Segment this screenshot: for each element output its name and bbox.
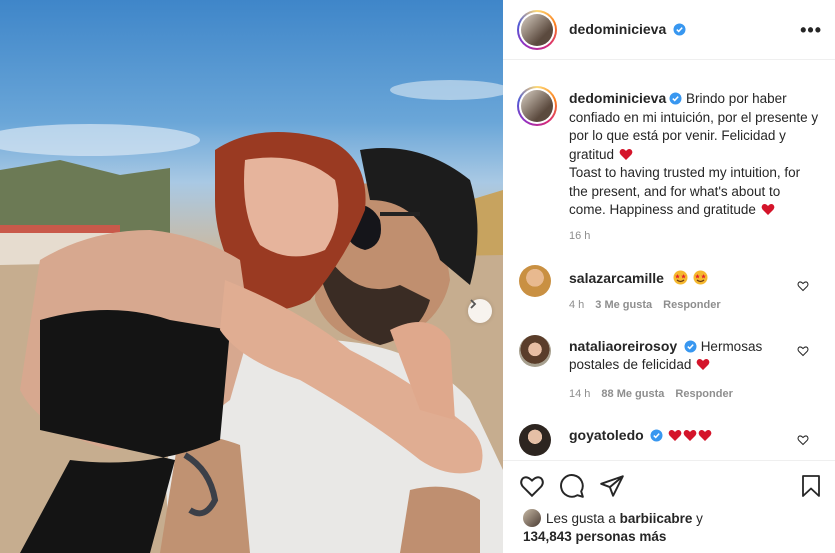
post-time[interactable]: 16 h: [569, 230, 590, 242]
comment-likes[interactable]: 3 Me gusta: [595, 299, 652, 311]
post-caption: dedominicieva Brindo por haber confiado …: [569, 89, 819, 220]
author-username[interactable]: dedominicieva: [569, 21, 686, 37]
red-heart-emoji-icon: [761, 204, 775, 215]
verified-icon: [669, 92, 682, 105]
comment-time[interactable]: 4 h: [569, 299, 584, 311]
bookmark-icon[interactable]: [799, 473, 823, 499]
commenter-username[interactable]: salazarcamille: [569, 270, 664, 286]
share-icon[interactable]: [599, 473, 625, 499]
verified-icon: [684, 340, 697, 353]
comment-icon[interactable]: [559, 473, 585, 499]
verified-icon: [650, 429, 663, 442]
emoji-star-eyes-icon: [673, 270, 688, 285]
comment-meta: 14 h 88 Me gusta Responder: [569, 388, 744, 400]
photo-illustration: [0, 80, 503, 553]
red-heart-emoji-icon: [683, 430, 697, 441]
commenter-avatar[interactable]: [519, 335, 551, 367]
red-heart-emoji-icon: [698, 430, 712, 441]
comment-text: goyatoledo: [569, 427, 779, 445]
comment-meta: 4 h 3 Me gusta Responder: [569, 299, 732, 311]
verified-icon: [673, 23, 686, 36]
commenter-username[interactable]: nataliaoreirosoy: [569, 338, 677, 354]
post-photo[interactable]: [0, 0, 503, 553]
likes-summary: Les gusta a barbiicabre y 134,843 person…: [523, 509, 703, 544]
author-avatar[interactable]: [517, 10, 557, 50]
comment-likes[interactable]: 88 Me gusta: [601, 388, 664, 400]
post-panel: dedominicieva ••• dedominicieva Brindo p…: [503, 0, 835, 553]
reply-button[interactable]: Responder: [663, 299, 720, 311]
post-actions: Les gusta a barbiicabre y 134,843 person…: [503, 460, 835, 553]
heart-icon[interactable]: [797, 434, 809, 446]
heart-icon[interactable]: [797, 280, 809, 292]
commenter-avatar[interactable]: [519, 265, 551, 297]
emoji-star-eyes-icon: [693, 270, 707, 285]
caption-username[interactable]: dedominicieva: [569, 90, 666, 106]
likes-count[interactable]: 134,843 personas más: [523, 529, 666, 544]
liker-avatar[interactable]: [523, 509, 541, 527]
next-arrow-icon: [470, 299, 477, 309]
comments-section: dedominicieva Brindo por haber confiado …: [503, 60, 835, 460]
caption-avatar[interactable]: [517, 86, 557, 126]
more-options-button[interactable]: •••: [800, 20, 822, 41]
post-header: dedominicieva •••: [503, 0, 835, 60]
like-heart-icon[interactable]: [519, 473, 545, 499]
commenter-username[interactable]: goyatoledo: [569, 427, 644, 443]
red-heart-emoji-icon: [696, 358, 710, 370]
commenter-avatar[interactable]: [519, 424, 551, 456]
reply-button[interactable]: Responder: [675, 388, 732, 400]
comment-text: salazarcamille: [569, 270, 779, 288]
comment-text: nataliaoreirosoy Hermosas postales de fe…: [569, 338, 763, 372]
red-heart-emoji-icon: [668, 430, 682, 441]
liker-username[interactable]: barbiicabre: [620, 511, 693, 526]
red-heart-emoji-icon: [619, 148, 633, 160]
next-photo-button[interactable]: [468, 299, 492, 323]
comment-time[interactable]: 14 h: [569, 388, 590, 400]
heart-icon[interactable]: [797, 345, 809, 357]
